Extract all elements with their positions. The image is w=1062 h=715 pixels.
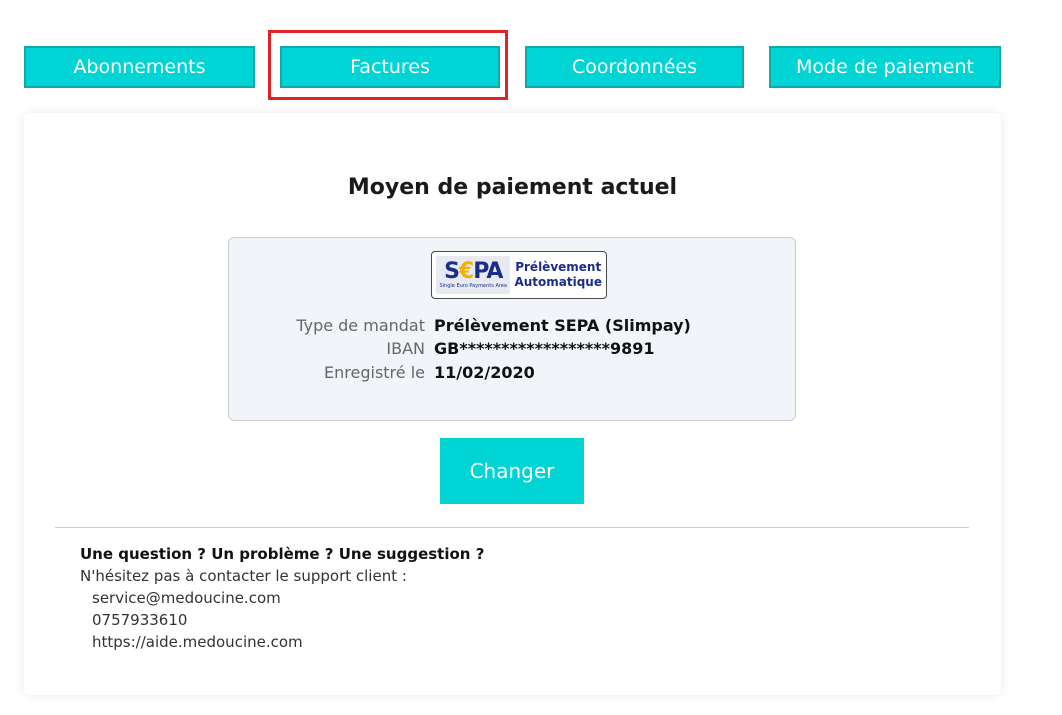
support-intro: N'hésitez pas à contacter le support cli…: [80, 567, 407, 585]
support-email-link[interactable]: service@medoucine.com: [80, 587, 484, 609]
tab-coordonnees[interactable]: Coordonnées: [525, 46, 744, 88]
mandate-type-value: Prélèvement SEPA (Slimpay): [434, 316, 691, 335]
iban-row: IBAN GB******************9891: [229, 339, 797, 361]
sepa-logo: S€PA Single Euro Payments Area Prélèveme…: [431, 251, 607, 299]
current-payment-method-box: S€PA Single Euro Payments Area Prélèveme…: [228, 237, 796, 421]
iban-label: IBAN: [386, 339, 425, 358]
registered-date-value: 11/02/2020: [434, 363, 535, 382]
support-title: Une question ? Un problème ? Une suggest…: [80, 545, 485, 563]
registered-date-label: Enregistré le: [324, 363, 425, 382]
payment-method-card: Moyen de paiement actuel S€PA Single Eur…: [24, 113, 1001, 695]
page-title: Moyen de paiement actuel: [347, 175, 678, 200]
iban-value: GB******************9891: [434, 339, 655, 358]
tab-bar: Abonnements Factures Coordonnées Mode de…: [0, 46, 1062, 90]
tab-label: Coordonnées: [571, 56, 698, 78]
support-help-link[interactable]: https://aide.medoucine.com: [80, 631, 484, 653]
tab-mode-de-paiement[interactable]: Mode de paiement: [769, 46, 1001, 88]
tab-label: Mode de paiement: [796, 56, 974, 78]
sepa-subtitle: Single Euro Payments Area: [439, 282, 507, 289]
mandate-type-row: Type de mandat Prélèvement SEPA (Slimpay…: [229, 316, 797, 338]
sepa-word: S€PA: [444, 258, 503, 284]
mandate-type-label: Type de mandat: [296, 316, 425, 335]
tab-label: Factures: [350, 56, 430, 78]
change-payment-button[interactable]: Changer: [440, 438, 584, 504]
divider: [55, 527, 969, 528]
tab-factures[interactable]: Factures: [280, 46, 500, 88]
registered-date-row: Enregistré le 11/02/2020: [229, 363, 797, 385]
sepa-wordmark: S€PA Single Euro Payments Area: [436, 256, 511, 294]
tab-label: Abonnements: [73, 56, 206, 78]
support-phone[interactable]: 0757933610: [80, 609, 484, 631]
sepa-caption: Prélèvement Automatique: [514, 260, 602, 289]
support-section: Une question ? Un problème ? Une suggest…: [80, 543, 484, 653]
tab-abonnements[interactable]: Abonnements: [24, 46, 255, 88]
